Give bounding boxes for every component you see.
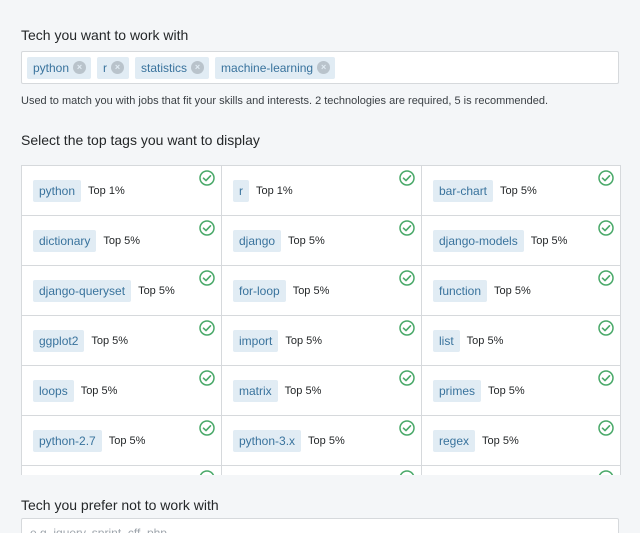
check-circle-icon[interactable] — [199, 370, 215, 386]
top-tag-cell[interactable]: django-models Top 5% — [422, 216, 620, 266]
top-tag-cell[interactable]: django-queryset Top 5% — [22, 266, 222, 316]
check-circle-icon[interactable] — [199, 170, 215, 186]
top-tag-cell[interactable]: ggplot2 Top 5% — [22, 316, 222, 366]
check-circle-icon[interactable] — [199, 320, 215, 336]
top-tag-rank: Top 1% — [256, 184, 293, 197]
check-circle-icon[interactable] — [598, 170, 614, 186]
top-tag-rank: Top 5% — [308, 434, 345, 447]
top-tag-cell[interactable]: function Top 5% — [422, 266, 620, 316]
top-tag-label: matrix — [233, 379, 278, 402]
top-tag-label: import — [233, 329, 279, 352]
top-tag-cell[interactable]: primes Top 5% — [422, 366, 620, 416]
top-tag-cell[interactable] — [22, 466, 222, 475]
check-circle-icon[interactable] — [399, 470, 415, 475]
top-tag-cell[interactable]: python-2.7 Top 5% — [22, 416, 222, 466]
top-tag-cell[interactable]: r Top 1% — [222, 166, 422, 216]
top-tag-label: for-loop — [233, 279, 286, 302]
check-circle-icon[interactable] — [399, 220, 415, 236]
top-tag-rank: Top 5% — [288, 234, 325, 247]
top-tag-label: dictionary — [33, 229, 97, 252]
top-tag-cell[interactable]: regex Top 5% — [422, 416, 620, 466]
avoid-section-title: Tech you prefer not to work with — [21, 497, 219, 513]
tech-tag-label: statistics — [141, 60, 188, 75]
check-circle-icon[interactable] — [598, 220, 614, 236]
check-circle-icon[interactable] — [199, 270, 215, 286]
top-tag-cell[interactable]: matrix Top 5% — [222, 366, 422, 416]
check-circle-icon[interactable] — [199, 220, 215, 236]
top-tag-label: regex — [433, 429, 476, 452]
tech-tag[interactable]: r × — [97, 56, 130, 79]
top-tag-cell[interactable]: for-loop Top 5% — [222, 266, 422, 316]
tech-tag-input[interactable]: python × r × statistics × machine-learning × — [21, 51, 619, 84]
top-tag-label: python-2.7 — [33, 429, 102, 452]
top-tag-rank: Top 5% — [285, 334, 323, 347]
remove-tag-icon[interactable]: × — [73, 61, 87, 74]
top-tag-label: r — [233, 179, 249, 202]
check-circle-icon[interactable] — [598, 320, 614, 336]
top-tags-section-title: Select the top tags you want to display — [21, 132, 260, 148]
top-tag-rank: Top 5% — [108, 434, 146, 447]
top-tag-label: django — [233, 229, 282, 252]
top-tag-label: django-models — [433, 229, 524, 252]
top-tag-label: bar-chart — [433, 179, 494, 202]
top-tag-rank: Top 5% — [284, 384, 322, 397]
check-circle-icon[interactable] — [399, 320, 415, 336]
top-tag-rank: Top 1% — [88, 184, 125, 197]
top-tag-cell[interactable]: list Top 5% — [422, 316, 620, 366]
top-tag-rank: Top 5% — [292, 284, 330, 297]
top-tag-cell[interactable]: import Top 5% — [222, 316, 422, 366]
top-tag-label: django-queryset — [33, 279, 132, 302]
top-tag-label: function — [433, 279, 488, 302]
check-circle-icon[interactable] — [399, 370, 415, 386]
top-tag-label: primes — [433, 379, 482, 402]
top-tag-label: python-3.x — [233, 429, 302, 452]
top-tag-rank: Top 5% — [138, 284, 175, 297]
tech-tag[interactable]: python × — [27, 56, 92, 79]
top-tag-cell[interactable]: loops Top 5% — [22, 366, 222, 416]
top-tag-rank: Top 5% — [488, 384, 525, 397]
check-circle-icon[interactable] — [598, 370, 614, 386]
top-tag-label: ggplot2 — [33, 329, 85, 352]
remove-tag-icon[interactable]: × — [111, 61, 125, 74]
tech-tag[interactable]: machine-learning × — [215, 56, 336, 79]
top-tag-rank: Top 5% — [103, 234, 141, 247]
check-circle-icon[interactable] — [598, 270, 614, 286]
top-tag-rank: Top 5% — [91, 334, 129, 347]
tech-tag-label: machine-learning — [221, 60, 314, 75]
top-tag-rank: Top 5% — [530, 234, 568, 247]
remove-tag-icon[interactable]: × — [317, 61, 331, 74]
tech-tag-label: r — [103, 60, 108, 75]
top-tag-cell[interactable]: python-3.x Top 5% — [222, 416, 422, 466]
top-tags-grid: python Top 1% r Top 1% bar-chart Top 5% dictio… — [21, 165, 621, 475]
top-tag-rank: Top 5% — [500, 184, 537, 197]
top-tag-rank: Top 5% — [482, 434, 519, 447]
check-circle-icon[interactable] — [598, 470, 614, 475]
top-tag-label: list — [433, 329, 460, 352]
check-circle-icon[interactable] — [399, 420, 415, 436]
tech-help-text: Used to match you with jobs that fit you… — [21, 95, 549, 107]
top-tag-rank: Top 5% — [494, 284, 531, 297]
avoid-tech-input[interactable] — [21, 518, 619, 533]
tech-tag-label: python — [33, 60, 70, 75]
check-circle-icon[interactable] — [399, 270, 415, 286]
top-tag-cell[interactable]: bar-chart Top 5% — [422, 166, 620, 216]
top-tag-label: python — [33, 179, 82, 202]
top-tag-rank: Top 5% — [80, 384, 118, 397]
check-circle-icon[interactable] — [199, 470, 215, 475]
top-tag-cell[interactable] — [422, 466, 620, 475]
remove-tag-icon[interactable]: × — [191, 61, 205, 74]
tech-tag[interactable]: statistics × — [135, 56, 210, 79]
check-circle-icon[interactable] — [399, 170, 415, 186]
top-tag-cell[interactable]: django Top 5% — [222, 216, 422, 266]
top-tag-label: loops — [33, 379, 74, 402]
top-tag-cell[interactable]: dictionary Top 5% — [22, 216, 222, 266]
top-tag-cell[interactable] — [222, 466, 422, 475]
top-tag-cell[interactable]: python Top 1% — [22, 166, 222, 216]
check-circle-icon[interactable] — [598, 420, 614, 436]
check-circle-icon[interactable] — [199, 420, 215, 436]
tech-section-title: Tech you want to work with — [21, 27, 189, 43]
top-tag-rank: Top 5% — [466, 334, 504, 347]
